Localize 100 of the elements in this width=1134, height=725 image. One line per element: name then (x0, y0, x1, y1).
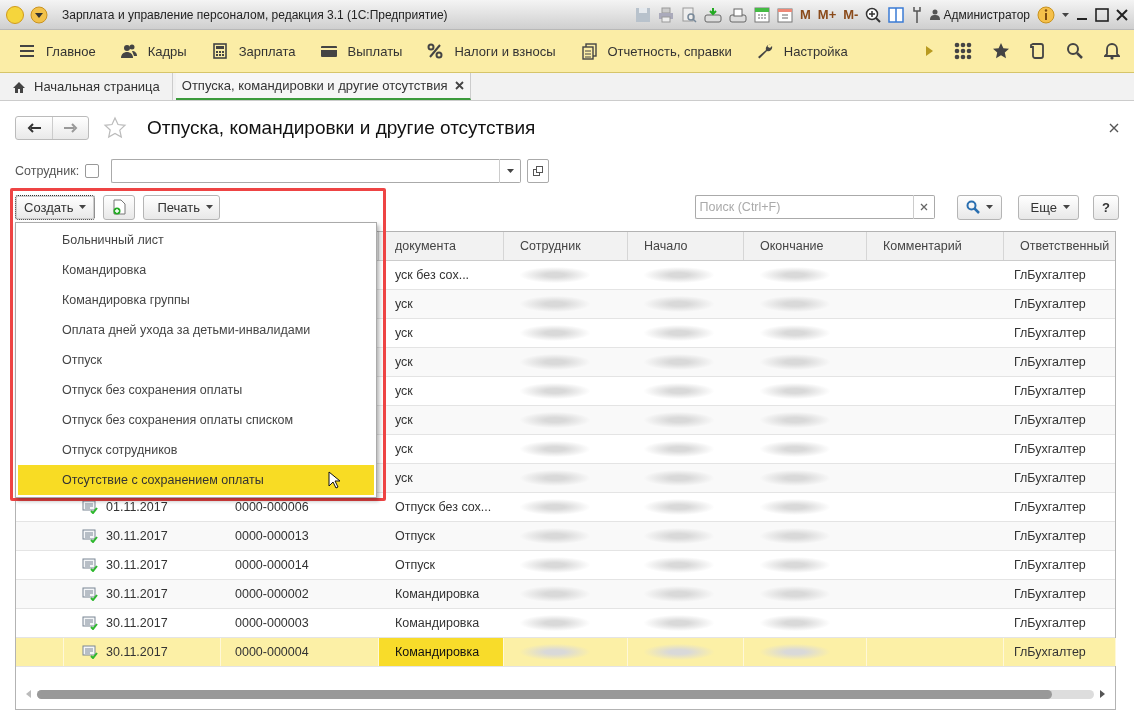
panel-icon[interactable] (888, 6, 905, 23)
caret-icon (206, 205, 213, 209)
search-field[interactable]: Поиск (Ctrl+F) (694, 195, 913, 219)
table-cell: 30.11.2017 (106, 529, 168, 543)
table-cell-text: ГлБухгалтер (1013, 296, 1087, 313)
open-button[interactable] (527, 159, 550, 183)
close-icon[interactable] (455, 81, 465, 90)
table-cell[interactable]: уск (379, 406, 504, 434)
more-button[interactable]: Еще (1017, 194, 1080, 220)
search-icon[interactable] (1066, 42, 1084, 60)
windows-icon (533, 166, 544, 176)
menu-item[interactable]: Отпуск без сохранения оплаты (18, 375, 374, 405)
percent-icon[interactable] (426, 42, 445, 60)
calculator-icon[interactable] (210, 42, 229, 60)
star-icon[interactable] (103, 116, 127, 140)
table-cell[interactable]: уск (379, 435, 504, 463)
section-link[interactable]: Налоги и взносы (454, 43, 556, 59)
menu-item[interactable]: Командировка группы (18, 285, 374, 315)
table-cell-text: 0000-000002 (234, 586, 310, 603)
table-cell[interactable]: уск (379, 290, 504, 318)
table-cell-text: ГлБухгалтер (1013, 354, 1087, 371)
memory-button[interactable]: M+ (817, 7, 837, 22)
column-header[interactable]: Окончание (744, 232, 867, 260)
help-button[interactable]: ? (1093, 194, 1119, 220)
employee-field[interactable] (111, 159, 500, 183)
table-cell[interactable]: Отпуск (379, 522, 504, 550)
documents-icon[interactable] (579, 42, 598, 60)
table-cell[interactable]: уск (379, 348, 504, 376)
star-icon[interactable] (992, 42, 1010, 60)
menu-item[interactable]: Больничный лист (18, 225, 374, 255)
scroll-icon[interactable] (1030, 42, 1046, 60)
menu-item[interactable]: Отпуск (18, 345, 374, 375)
scanner-icon[interactable] (729, 6, 747, 23)
table-cell[interactable]: Отпуск без сох... (379, 493, 504, 521)
table-cell: 30.11.2017 (106, 616, 168, 630)
column-header[interactable]: Начало (628, 232, 744, 260)
info-icon[interactable] (1037, 5, 1055, 24)
scroll-right-icon[interactable] (1100, 690, 1105, 698)
section-link[interactable]: Настройка (783, 43, 848, 59)
menu-item[interactable]: Отпуск сотрудников (18, 435, 374, 465)
section-link[interactable]: Выплаты (347, 43, 403, 59)
preview-icon[interactable] (681, 6, 697, 23)
table-cell[interactable]: уск (379, 319, 504, 347)
dropdown-button[interactable] (499, 159, 522, 183)
print-button[interactable]: Печать (143, 194, 220, 220)
table-cell-text: ГлБухгалтер (1013, 557, 1087, 574)
column-header[interactable]: Ответственный (1004, 232, 1116, 260)
memory-button[interactable]: M (800, 7, 811, 22)
table-cell[interactable]: уск без сох... (379, 261, 504, 289)
table-cell-text: 0000-000013 (234, 528, 310, 545)
column-header[interactable]: документа (379, 232, 504, 260)
table-cell: 30.11.2017 (106, 587, 168, 601)
people-icon[interactable] (119, 42, 138, 60)
table-cell-text: ГлБухгалтер (1013, 325, 1087, 342)
dropdown-icon[interactable] (30, 5, 48, 24)
maximize-icon[interactable] (1095, 7, 1109, 22)
section-link[interactable]: Кадры (147, 43, 187, 59)
posted-document-icon (82, 529, 98, 543)
menu-icon[interactable] (18, 42, 36, 60)
app-logo (6, 5, 24, 24)
bell-icon[interactable] (1104, 42, 1120, 60)
menu-item[interactable]: Отсутствие с сохранением оплаты (18, 465, 374, 495)
menu-item[interactable]: Командировка (18, 255, 374, 285)
table-cell[interactable]: Командировка (379, 638, 504, 666)
add-button[interactable] (103, 194, 136, 220)
posted-document-icon (82, 558, 98, 572)
section-link[interactable]: Главное (46, 43, 96, 59)
menu-item[interactable]: Оплата дней ухода за детьми-инвалидами (18, 315, 374, 345)
close-icon[interactable] (1116, 8, 1128, 21)
table-cell[interactable]: Командировка (379, 609, 504, 637)
table-cell[interactable]: уск (379, 377, 504, 405)
table-cell[interactable]: Командировка (379, 580, 504, 608)
create-button[interactable]: Создать (15, 194, 96, 220)
section-link[interactable]: Отчетность, справки (607, 43, 732, 59)
arrow-right-icon (63, 123, 78, 133)
caret-icon (506, 169, 514, 173)
menu-item[interactable]: Отпуск без сохранения оплаты списком (18, 405, 374, 435)
tab[interactable]: Начальная страница (0, 73, 173, 100)
clear-icon[interactable] (919, 203, 928, 211)
search-button[interactable] (956, 194, 1002, 220)
memory-button[interactable]: M- (843, 7, 859, 22)
close-icon[interactable] (1109, 123, 1119, 133)
tab[interactable]: Отпуска, командировки и другие отсутствия (175, 73, 472, 100)
checkbox[interactable] (85, 164, 100, 178)
apps-icon[interactable] (954, 42, 972, 60)
posted-document-icon (82, 645, 98, 659)
table-cell: 30.11.2017 (106, 558, 168, 572)
import-icon[interactable] (704, 6, 722, 23)
column-header[interactable]: Сотрудник (504, 232, 628, 260)
clear-button[interactable] (912, 195, 935, 219)
section-link[interactable]: Зарплата (238, 43, 296, 59)
table-cell-text: ГлБухгалтер (1013, 528, 1087, 545)
home-icon (12, 79, 26, 94)
table-cell[interactable]: Отпуск (379, 551, 504, 579)
table-cell[interactable]: уск (379, 464, 504, 492)
caret-icon (1063, 205, 1071, 209)
table-cell: 01.11.2017 (106, 500, 168, 514)
posted-document-icon (82, 500, 98, 514)
zoom-icon[interactable] (865, 6, 882, 23)
column-header[interactable]: Комментарий (867, 232, 1004, 260)
